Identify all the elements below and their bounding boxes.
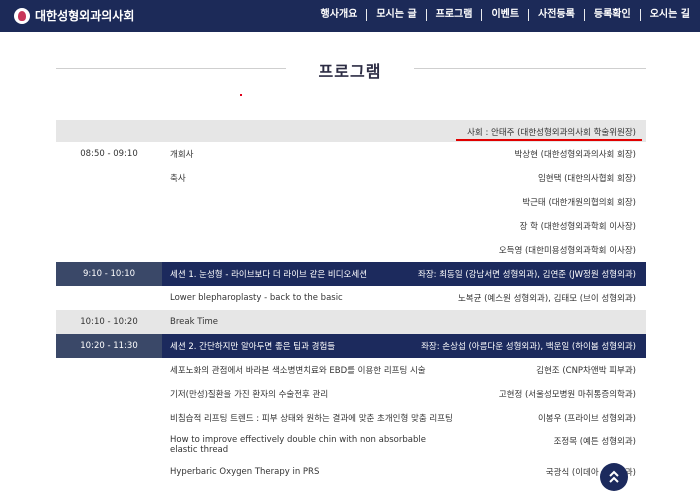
table-row: Hyperbaric Oxygen Therapy in PRS 국광식 (이데…	[56, 460, 646, 484]
nav-item-event[interactable]: 이벤트	[491, 9, 519, 21]
site-logo[interactable]: 대한성형외과의사회	[14, 8, 134, 24]
nav-item-confirm[interactable]: 등록확인	[594, 9, 631, 21]
person-cell: 김현조 (CNP차앤박 피부과)	[536, 366, 636, 376]
title-cell: 기저(만성)질환을 가진 환자의 수술전후 관리	[170, 390, 329, 400]
person-cell: 오득영 (대한미용성형외과학회 이사장)	[498, 246, 636, 256]
table-row: 비침습적 리프팅 트렌드 : 피부 상태와 원하는 결과에 맞춘 초개인형 맞춤…	[56, 406, 646, 430]
table-row: 세포노화의 관점에서 바라본 색소병변치료와 EBD를 이용한 리프팅 시술 김…	[56, 358, 646, 382]
session-time: 10:20 - 11:30	[56, 334, 162, 358]
person-cell: 박상현 (대한성형외과의사회 회장)	[514, 150, 636, 160]
person-cell: 국광식 (이데아 성형외과)	[545, 468, 636, 478]
session-time: 9:10 - 10:10	[56, 262, 162, 286]
nav-divider	[583, 9, 585, 21]
person-cell: 조정목 (예튼 성형외과)	[553, 437, 636, 447]
person-cell: 장 학 (대한성형외과학회 이사장)	[519, 222, 636, 232]
program-table: 사회 : 안태주 (대한성형외과의사회 학술위원장) 08:50 - 09:10…	[56, 120, 646, 484]
nav-divider	[425, 9, 427, 21]
main-nav: 행사개요 모시는 글 프로그램 이벤트 사전등록 등록확인 오시는 길	[321, 9, 690, 21]
person-cell: 노복균 (예스원 성형외과), 김태모 (브이 성형외과)	[457, 294, 636, 304]
title-cell: Hyperbaric Oxygen Therapy in PRS	[170, 467, 320, 477]
title-cell: How to improve effectively double chin w…	[170, 435, 426, 455]
time-cell: 10:10 - 10:20	[80, 317, 138, 327]
moderator-underline	[456, 139, 642, 141]
decorative-dot	[240, 94, 242, 96]
page-title-text: 프로그램	[318, 62, 382, 81]
title-cell: Lower blepharoplasty - back to the basic	[170, 293, 343, 303]
title-cell: 개회사	[170, 150, 194, 160]
nav-item-registration[interactable]: 사전등록	[538, 9, 575, 21]
table-row: 08:50 - 09:10 개회사 박상현 (대한성형외과의사회 회장)	[56, 142, 646, 166]
moderator-text: 사회 : 안태주 (대한성형외과의사회 학술위원장)	[467, 128, 636, 138]
table-row: 기저(만성)질환을 가진 환자의 수술전후 관리 고현정 (서울성모병원 마취통…	[56, 382, 646, 406]
nav-item-overview[interactable]: 행사개요	[321, 9, 358, 21]
session-header-row: 10:20 - 11:30 세션 2. 간단하지만 알아두면 좋은 팁과 경험들…	[56, 334, 646, 358]
nav-divider	[366, 9, 368, 21]
table-row: 오득영 (대한미용성형외과학회 이사장)	[56, 238, 646, 262]
nav-item-invitation[interactable]: 모시는 글	[376, 9, 416, 21]
person-cell: 고현정 (서울성모병원 마취통증의학과)	[498, 390, 636, 400]
session-title: 세션 2. 간단하지만 알아두면 좋은 팁과 경험들	[170, 342, 336, 352]
table-row: 장 학 (대한성형외과학회 이사장)	[56, 214, 646, 238]
table-row: Lower blepharoplasty - back to the basic…	[56, 286, 646, 310]
nav-item-program[interactable]: 프로그램	[436, 9, 473, 21]
session-title: 세션 1. 눈성형 - 라이브보다 더 라이브 같은 비디오세션	[170, 270, 368, 280]
person-cell: 이봉우 (프라이브 성형외과)	[537, 414, 636, 424]
break-row: 10:10 - 10:20 Break Time	[56, 310, 646, 334]
moderator-row: 사회 : 안태주 (대한성형외과의사회 학술위원장)	[56, 120, 646, 142]
nav-divider	[481, 9, 483, 21]
title-cell: 비침습적 리프팅 트렌드 : 피부 상태와 원하는 결과에 맞춘 초개인형 맞춤…	[170, 414, 453, 424]
session-header-row: 9:10 - 10:10 세션 1. 눈성형 - 라이브보다 더 라이브 같은 …	[56, 262, 646, 286]
table-row: 박근태 (대한개원의협의회 회장)	[56, 190, 646, 214]
time-cell: 08:50 - 09:10	[80, 149, 138, 159]
table-row: 축사 임현택 (대한의사협회 회장)	[56, 166, 646, 190]
scroll-to-top-button[interactable]	[600, 463, 628, 491]
table-row: How to improve effectively double chin w…	[56, 430, 646, 460]
nav-item-directions[interactable]: 오시는 길	[650, 9, 690, 21]
nav-divider	[639, 9, 641, 21]
title-cell: Break Time	[170, 317, 219, 327]
top-navigation-bar: 대한성형외과의사회 행사개요 모시는 글 프로그램 이벤트 사전등록 등록확인 …	[0, 0, 700, 32]
session-chairs: 좌장: 최동일 (강남서면 성형외과), 김연준 (JW정원 성형외과)	[418, 270, 636, 280]
logo-text: 대한성형외과의사회	[35, 9, 135, 23]
logo-icon	[14, 8, 30, 24]
person-cell: 임현택 (대한의사협회 회장)	[537, 174, 636, 184]
nav-divider	[528, 9, 530, 21]
session-chairs: 좌장: 손상섭 (아름다운 성형외과), 백운일 (하이봄 성형외과)	[421, 342, 636, 352]
double-chevron-up-icon	[609, 470, 619, 483]
person-cell: 박근태 (대한개원의협의회 회장)	[522, 198, 636, 208]
page-title: 프로그램	[0, 58, 700, 82]
title-cell: 세포노화의 관점에서 바라본 색소병변치료와 EBD를 이용한 리프팅 시술	[170, 366, 426, 376]
title-cell: 축사	[170, 174, 186, 184]
